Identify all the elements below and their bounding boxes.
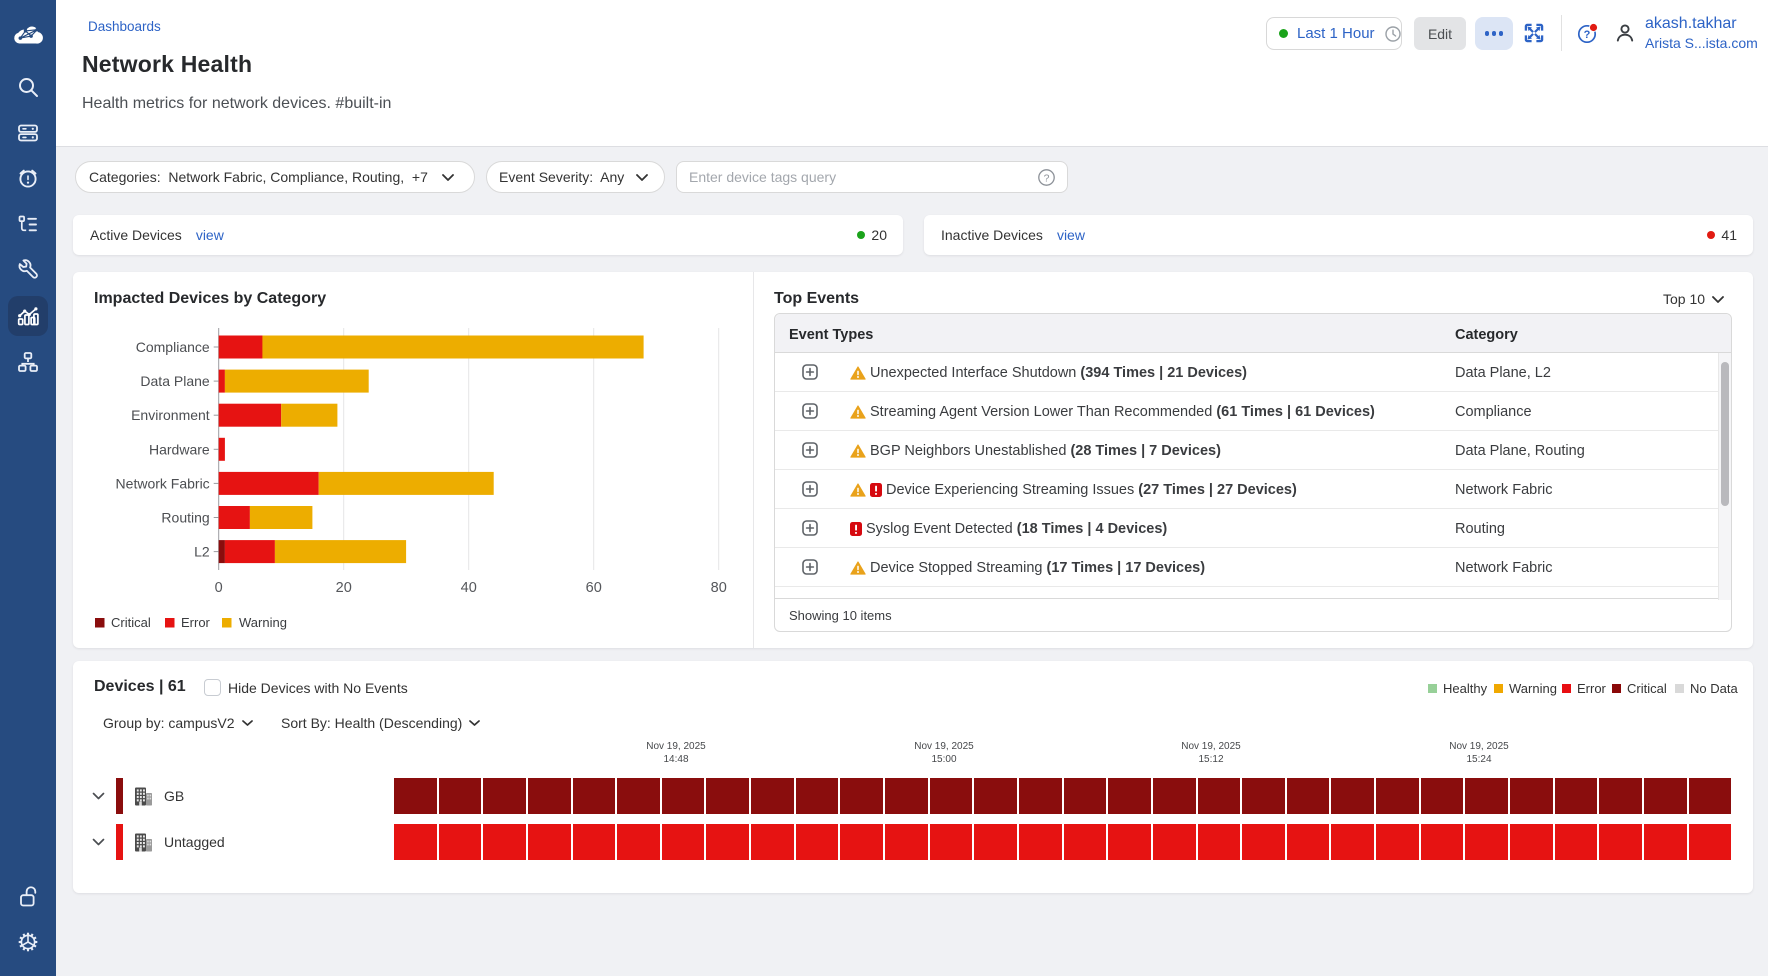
svg-text:?: ?	[1584, 29, 1591, 41]
svg-text:?: ?	[1044, 172, 1050, 184]
svg-text:0: 0	[215, 580, 223, 596]
svg-text:Network Fabric: Network Fabric	[116, 475, 210, 491]
svg-text:20: 20	[336, 580, 352, 596]
svg-text:Critical: Critical	[111, 615, 151, 630]
svg-text:60: 60	[586, 580, 602, 596]
svg-text:Data Plane: Data Plane	[140, 373, 209, 389]
svg-text:Error: Error	[181, 615, 211, 630]
svg-text:40: 40	[461, 580, 477, 596]
svg-text:Routing: Routing	[161, 510, 209, 526]
svg-text:Warning: Warning	[239, 615, 287, 630]
svg-text:80: 80	[711, 580, 727, 596]
svg-text:Hardware: Hardware	[149, 441, 210, 457]
svg-text:Environment: Environment	[131, 407, 210, 423]
svg-text:L2: L2	[194, 544, 210, 560]
svg-text:Compliance: Compliance	[136, 339, 210, 355]
